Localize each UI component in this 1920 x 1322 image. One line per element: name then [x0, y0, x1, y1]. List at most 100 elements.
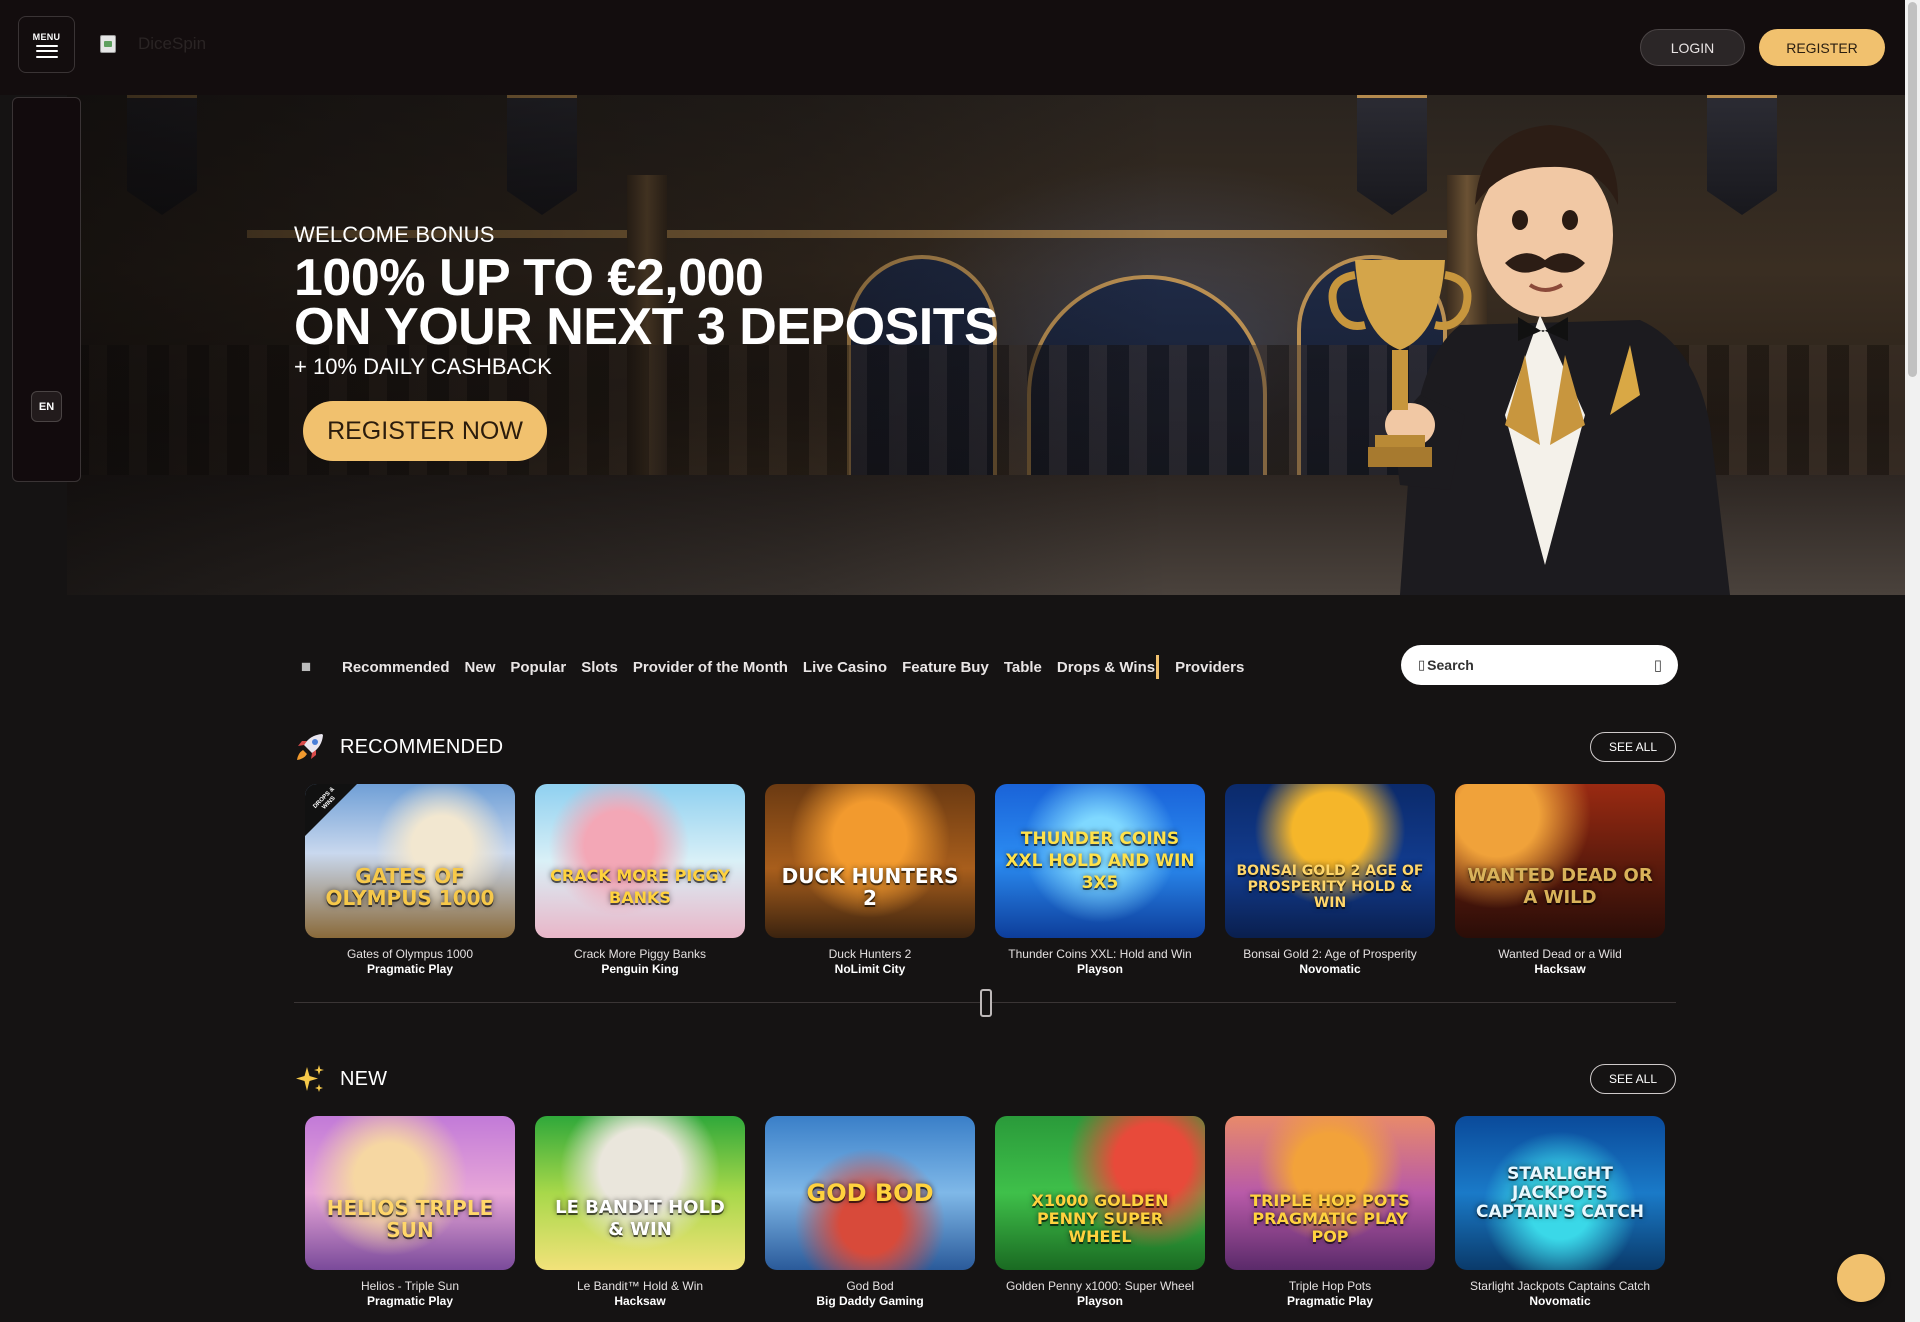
game-row-new: Helios Triple Sun Helios - Triple Sun Pr… [305, 1116, 1665, 1308]
game-provider: Hacksaw [614, 1294, 666, 1308]
game-thumbnail[interactable]: Bonsai Gold 2 Age of Prosperity Hold & W… [1225, 784, 1435, 938]
page-scrollbar[interactable] [1905, 0, 1920, 1322]
row-scroll-handle[interactable] [980, 989, 992, 1017]
side-panel: EN [12, 97, 81, 482]
game-thumbnail[interactable]: Thunder Coins XXL Hold and Win 3x5 [995, 784, 1205, 938]
category-tab[interactable]: Table [1004, 659, 1042, 676]
category-tab[interactable]: New [465, 659, 496, 676]
game-card[interactable]: x1000 Golden Penny Super Wheel Golden Pe… [995, 1116, 1205, 1308]
category-nav: ■ Recommended New Popular Slots Provider… [296, 652, 1259, 682]
game-card[interactable]: Thunder Coins XXL Hold and Win 3x5 Thund… [995, 784, 1205, 976]
game-thumbnail[interactable]: Le Bandit Hold & Win [535, 1116, 745, 1270]
game-provider: Novomatic [1529, 1294, 1591, 1308]
game-card[interactable]: Starlight Jackpots Captain's Catch Starl… [1455, 1116, 1665, 1308]
game-provider: Playson [1076, 1294, 1124, 1308]
game-thumbnail[interactable]: Triple Hop Pots Pragmatic Play Pop [1225, 1116, 1435, 1270]
game-name: Duck Hunters 2 [828, 947, 912, 961]
game-name: Crack More Piggy Banks [573, 947, 707, 961]
game-thumbnail[interactable]: Crack More Piggy Banks [535, 784, 745, 938]
hero-subtitle: + 10% DAILY CASHBACK [294, 354, 552, 379]
filter-icon[interactable]: ▯ [1654, 656, 1662, 674]
game-name: Helios - Triple Sun [360, 1279, 460, 1293]
game-name: Starlight Jackpots Captains Catch [1469, 1279, 1651, 1293]
game-thumbnail[interactable]: Gates of Olympus 1000 DROPS & WINS [305, 784, 515, 938]
category-tab[interactable]: Live Casino [803, 659, 887, 676]
game-art [1225, 784, 1435, 938]
logo-alt-text: DiceSpin [138, 34, 207, 53]
category-tab[interactable]: Popular [510, 659, 566, 676]
providers-tab[interactable]: Providers [1175, 659, 1244, 676]
game-name: Triple Hop Pots [1288, 1279, 1372, 1293]
game-art-title: Wanted Dead or a Wild [1467, 865, 1653, 908]
game-provider: NoLimit City [834, 962, 906, 976]
hero-text-block: WELCOME BONUS 100% UP TO €2,000 ON YOUR … [294, 222, 999, 380]
game-art [1455, 784, 1665, 938]
game-thumbnail[interactable]: Wanted Dead or a Wild [1455, 784, 1665, 938]
category-tab[interactable]: Provider of the Month [633, 659, 788, 676]
game-thumbnail[interactable]: Helios Triple Sun [305, 1116, 515, 1270]
logo-image-icon [100, 35, 116, 53]
section-title: RECOMMENDED [340, 735, 504, 758]
game-thumbnail[interactable]: Duck Hunters 2 [765, 784, 975, 938]
game-art-title: Bonsai Gold 2 Age of Prosperity Hold & W… [1236, 863, 1424, 911]
game-card[interactable]: Helios Triple Sun Helios - Triple Sun Pr… [305, 1116, 515, 1308]
category-tab[interactable]: Slots [581, 659, 618, 676]
game-card[interactable]: God Bod God Bod Big Daddy Gaming [765, 1116, 975, 1308]
game-name: Bonsai Gold 2: Age of Prosperity [1243, 947, 1417, 961]
game-art-title: Helios Triple Sun [326, 1196, 494, 1242]
see-all-button[interactable]: SEE ALL [1590, 1064, 1676, 1094]
game-name: God Bod [846, 1279, 894, 1293]
game-card[interactable]: Triple Hop Pots Pragmatic Play Pop Tripl… [1225, 1116, 1435, 1308]
login-button[interactable]: LOGIN [1640, 29, 1745, 66]
game-name: Wanted Dead or a Wild [1498, 947, 1622, 961]
game-name: Gates of Olympus 1000 [346, 947, 474, 961]
game-name: Le Bandit™ Hold & Win [576, 1279, 704, 1293]
see-all-button[interactable]: SEE ALL [1590, 732, 1676, 762]
game-search[interactable]: ▯ ▯ [1401, 645, 1678, 685]
hamburger-icon [35, 44, 58, 58]
section-title: NEW [340, 1067, 388, 1090]
mascot-with-trophy-illustration [1328, 125, 1730, 595]
game-provider: Playson [1076, 962, 1124, 976]
game-provider: Novomatic [1299, 962, 1361, 976]
register-button[interactable]: REGISTER [1759, 29, 1885, 66]
game-provider: Hacksaw [1534, 962, 1586, 976]
live-chat-button[interactable] [1837, 1254, 1885, 1302]
search-input[interactable] [1427, 657, 1654, 673]
rocket-icon [297, 734, 323, 760]
game-row-recommended: Gates of Olympus 1000 DROPS & WINS Gates… [305, 784, 1665, 976]
game-art-title: Starlight Jackpots Captain's Catch [1475, 1163, 1645, 1222]
game-provider: Pragmatic Play [1286, 1294, 1374, 1308]
game-art-title: Triple Hop Pots Pragmatic Play Pop [1250, 1191, 1410, 1246]
scrollbar-thumb[interactable] [1908, 2, 1917, 377]
game-art-title: Thunder Coins XXL Hold and Win 3x5 [1005, 829, 1195, 893]
game-art-title: Gates of Olympus 1000 [325, 864, 495, 910]
game-card[interactable]: Bonsai Gold 2 Age of Prosperity Hold & W… [1225, 784, 1435, 976]
game-art [535, 784, 745, 938]
hero-eyebrow: WELCOME BONUS [294, 222, 495, 247]
game-art-title: Crack More Piggy Banks [550, 866, 730, 907]
game-art [535, 1116, 745, 1270]
category-tab[interactable]: Drops & Wins [1057, 659, 1155, 676]
hero-title-line1: 100% UP TO €2,000 [294, 249, 764, 307]
home-icon[interactable]: ■ [296, 657, 316, 677]
game-thumbnail[interactable]: x1000 Golden Penny Super Wheel [995, 1116, 1205, 1270]
game-thumbnail[interactable]: Starlight Jackpots Captain's Catch [1455, 1116, 1665, 1270]
game-name: Thunder Coins XXL: Hold and Win [1008, 947, 1192, 961]
game-card[interactable]: Gates of Olympus 1000 DROPS & WINS Gates… [305, 784, 515, 976]
register-now-button[interactable]: REGISTER NOW [303, 401, 547, 461]
sparkles-icon [296, 1065, 324, 1092]
category-tab[interactable]: Feature Buy [902, 659, 989, 676]
game-thumbnail[interactable]: God Bod [765, 1116, 975, 1270]
game-card[interactable]: Crack More Piggy Banks Crack More Piggy … [535, 784, 745, 976]
game-card[interactable]: Le Bandit Hold & Win Le Bandit™ Hold & W… [535, 1116, 745, 1308]
language-selector[interactable]: EN [31, 391, 62, 422]
site-logo[interactable]: DiceSpin [100, 34, 206, 54]
nav-divider [1156, 655, 1160, 679]
top-header: MENU DiceSpin LOGIN REGISTER [0, 0, 1905, 95]
category-tab[interactable]: Recommended [342, 659, 450, 676]
game-provider: Pragmatic Play [366, 962, 454, 976]
game-card[interactable]: Duck Hunters 2 Duck Hunters 2 NoLimit Ci… [765, 784, 975, 976]
menu-button[interactable]: MENU [18, 16, 75, 73]
game-card[interactable]: Wanted Dead or a Wild Wanted Dead or a W… [1455, 784, 1665, 976]
